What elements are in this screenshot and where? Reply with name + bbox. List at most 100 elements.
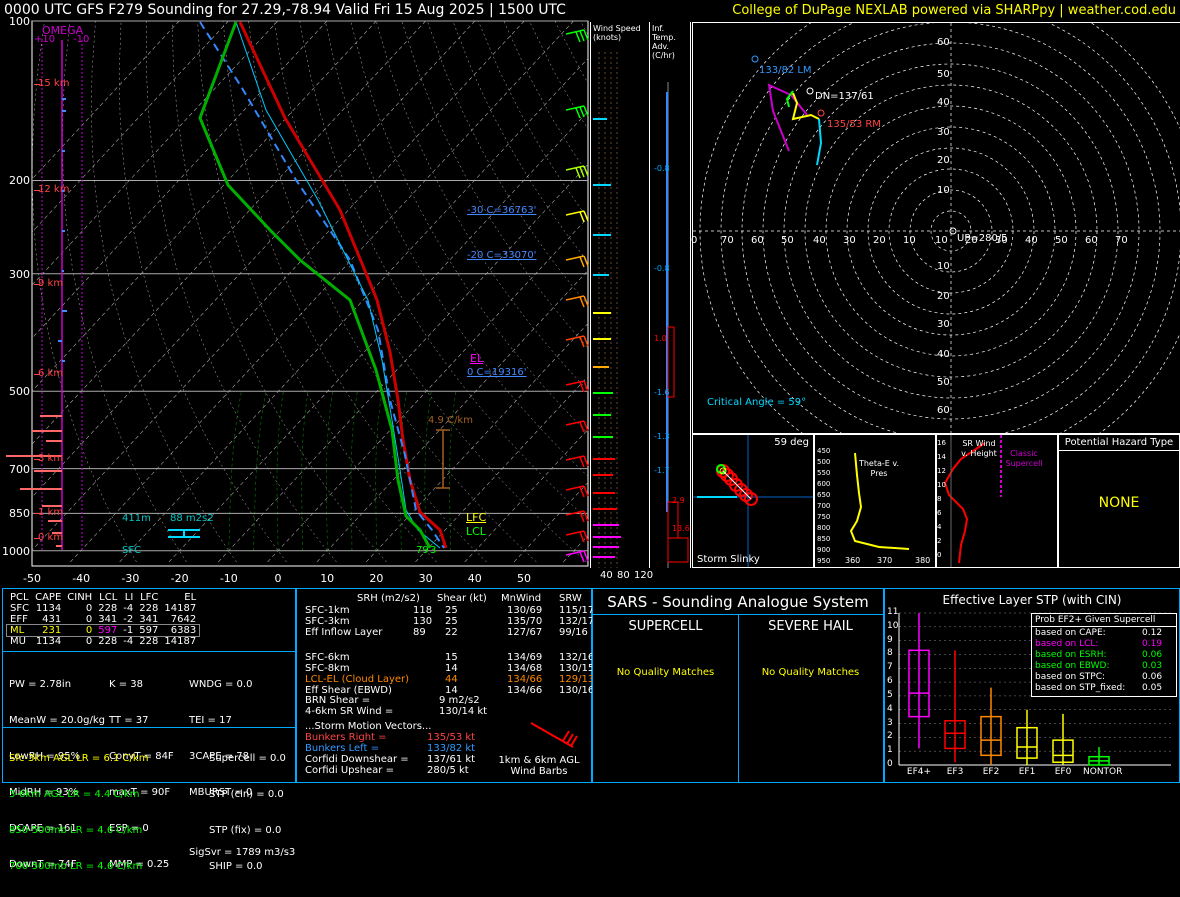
hazard-title: Potential Hazard Type [1059,437,1179,451]
parcel-r3-c3: 228 [98,636,118,647]
hodo-x-tick: 20 [873,235,886,246]
hodograph-panel: 0 70 60 50 40 30 20 10 10 20 30 40 50 60 70 60 50 40 30 20 1… [691,0,1180,483]
parcel-h6: EL [184,592,197,603]
height-label: 3 km [38,453,64,464]
parcel-r0-c0: SFC [10,603,30,614]
thetae-ytick: 950 [817,557,831,565]
kin-cell: 22 [445,627,458,638]
height-label: 12 km [38,184,70,195]
parcel-r1-c2: 0 [85,614,93,625]
height-label: 15 km [38,78,70,89]
thetae-ytick: 500 [817,458,831,466]
hodo-point-label: 135/53 RM [827,119,881,130]
hodo-y-tick: 20 [937,155,950,166]
parcel-r2-c4: -1 [123,625,134,636]
sars-hail: SEVERE HAIL [768,619,853,634]
sars-title: SARS - Sounding Analogue System [607,593,869,611]
hodo-y-tick: 50 [937,69,950,80]
hodo-y-tick: 50 [937,377,950,388]
temp-adv-value: -1.7 [654,466,670,475]
wind-speed-tick: 120 [634,570,654,581]
parcel-r1-c3: 341 [98,614,118,625]
sars-panel: SARS - Sounding Analogue System SUPERCEL… [592,588,884,783]
sm-3-value: 280/5 kt [427,765,469,776]
thetae-ytick: 900 [817,546,831,554]
hodo-x-tick: 70 [721,235,734,246]
thetae-tick-360: 360 [845,556,861,565]
srwind-ytick: 14 [937,453,946,461]
thermo-1-1: MeanW = 20.0g/kg [9,715,105,726]
temp-adv-bars [666,82,689,568]
parcel-r3-c6: 14187 [164,636,197,647]
prob-label: based on LCL: [1035,639,1099,649]
kin-cell: 89 [413,627,426,638]
hodo-x-tick: 60 [751,235,764,246]
pressure-label: 200 [9,174,30,188]
kin-barbs [530,722,578,748]
hodo-x-tick: 40 [1025,235,1038,246]
kin-cell: LCL-EL (Cloud Layer) [305,674,410,685]
stp-ytick: 10 [887,620,899,631]
temp-label: -10 [219,572,238,585]
parcel-r0-c2: 0 [85,603,93,614]
lapse-0: Sfc-3km AGL LR = 6.1 C/km [9,753,149,764]
lapse-3: 700-500mb LR = 4.6 C/km [9,861,143,872]
el-label: EL [470,352,484,365]
kin-h3: MnWind [501,593,542,604]
parcel-r3-c4: -4 [123,636,134,647]
pressure-label: 300 [9,267,30,281]
hodo-x-tick: 10 [903,235,916,246]
parcel-table: PCL CAPE CINH LCL LI LFC EL SFC 1134 0 228-… [5,592,201,647]
index-2: STP (fix) = 0.0 [209,825,282,836]
sr46-label: 4-6km SR Wind = [305,706,394,717]
parcel-r2-c0: ML [10,625,25,636]
stp-category: EF4+ [906,767,932,777]
temp-label: 0 [274,572,282,585]
temp-adv-value: -0.8 [654,264,670,273]
hodo-point-label: 133/82 LM [759,65,812,76]
kinematics-panel: SRH (m2/s2) Shear (kt) MnWind SRW SFC-1k… [296,588,595,783]
thetae-ytick: 650 [817,491,831,499]
kin-cell: 134/66 [507,685,543,696]
prob-value: 0.06 [1142,672,1163,682]
temp-adv-value: -0.8 [654,164,670,173]
kin-cell: 115/17 [559,605,595,616]
prob-value: 0.05 [1142,683,1163,693]
pressure-label: 1000 [2,544,30,558]
hodo-y-tick: 40 [937,97,950,108]
thetae-plot [849,452,910,550]
lfc-label: LFC [466,511,487,524]
kin-cell: 134/68 [507,663,543,674]
hodo-point-label: DN=137/61 [815,91,874,102]
page-title: 0000 UTC GFS F279 Sounding for 27.29,-78… [4,2,566,18]
stp-ytick: 8 [887,648,893,659]
parcel-r1-c0: EFF [10,614,28,625]
lapse-rates: Sfc-3km AGL LR = 6.1 C/km 3-6km AGL LR =… [9,729,148,897]
kin-cell: 25 [445,605,458,616]
prob-label: based on ESRH: [1035,650,1107,660]
stp-category: EF1 [1018,767,1036,777]
temp-adv-value: -1.3 [654,432,670,441]
kin-cell: 135/70 [507,616,543,627]
slinky-angle: 59 deg [774,437,809,448]
stp-category: EF3 [946,767,964,777]
thetae-tick-380: 380 [915,556,931,565]
stp-category: NONTOR [1083,767,1123,777]
hodo-x-tick: 30 [843,235,856,246]
kin-cell: 129/13 [559,674,595,685]
temp-label: 10 [320,572,335,585]
thetae-ytick: 850 [817,535,831,543]
temp-label: -50 [23,572,41,585]
m20-label: -20 C=33070' [467,250,537,261]
srwind-classic: Classic Supercell [1005,449,1043,468]
wind-speed-bars [593,52,621,568]
sr46-value: 130/14 kt [439,706,488,717]
sars-sup-match: No Quality Matches [616,667,715,678]
parcel-h5: LFC [140,592,159,603]
stp-category: EF2 [982,767,1000,777]
srwind-ytick: 12 [937,467,946,475]
kin-cell: 130/16 [559,685,595,696]
hodo-y-tick: 30 [937,319,950,330]
srwind-label: SR Wind v. Height [961,439,997,458]
thetae-ytick: 700 [817,502,831,510]
